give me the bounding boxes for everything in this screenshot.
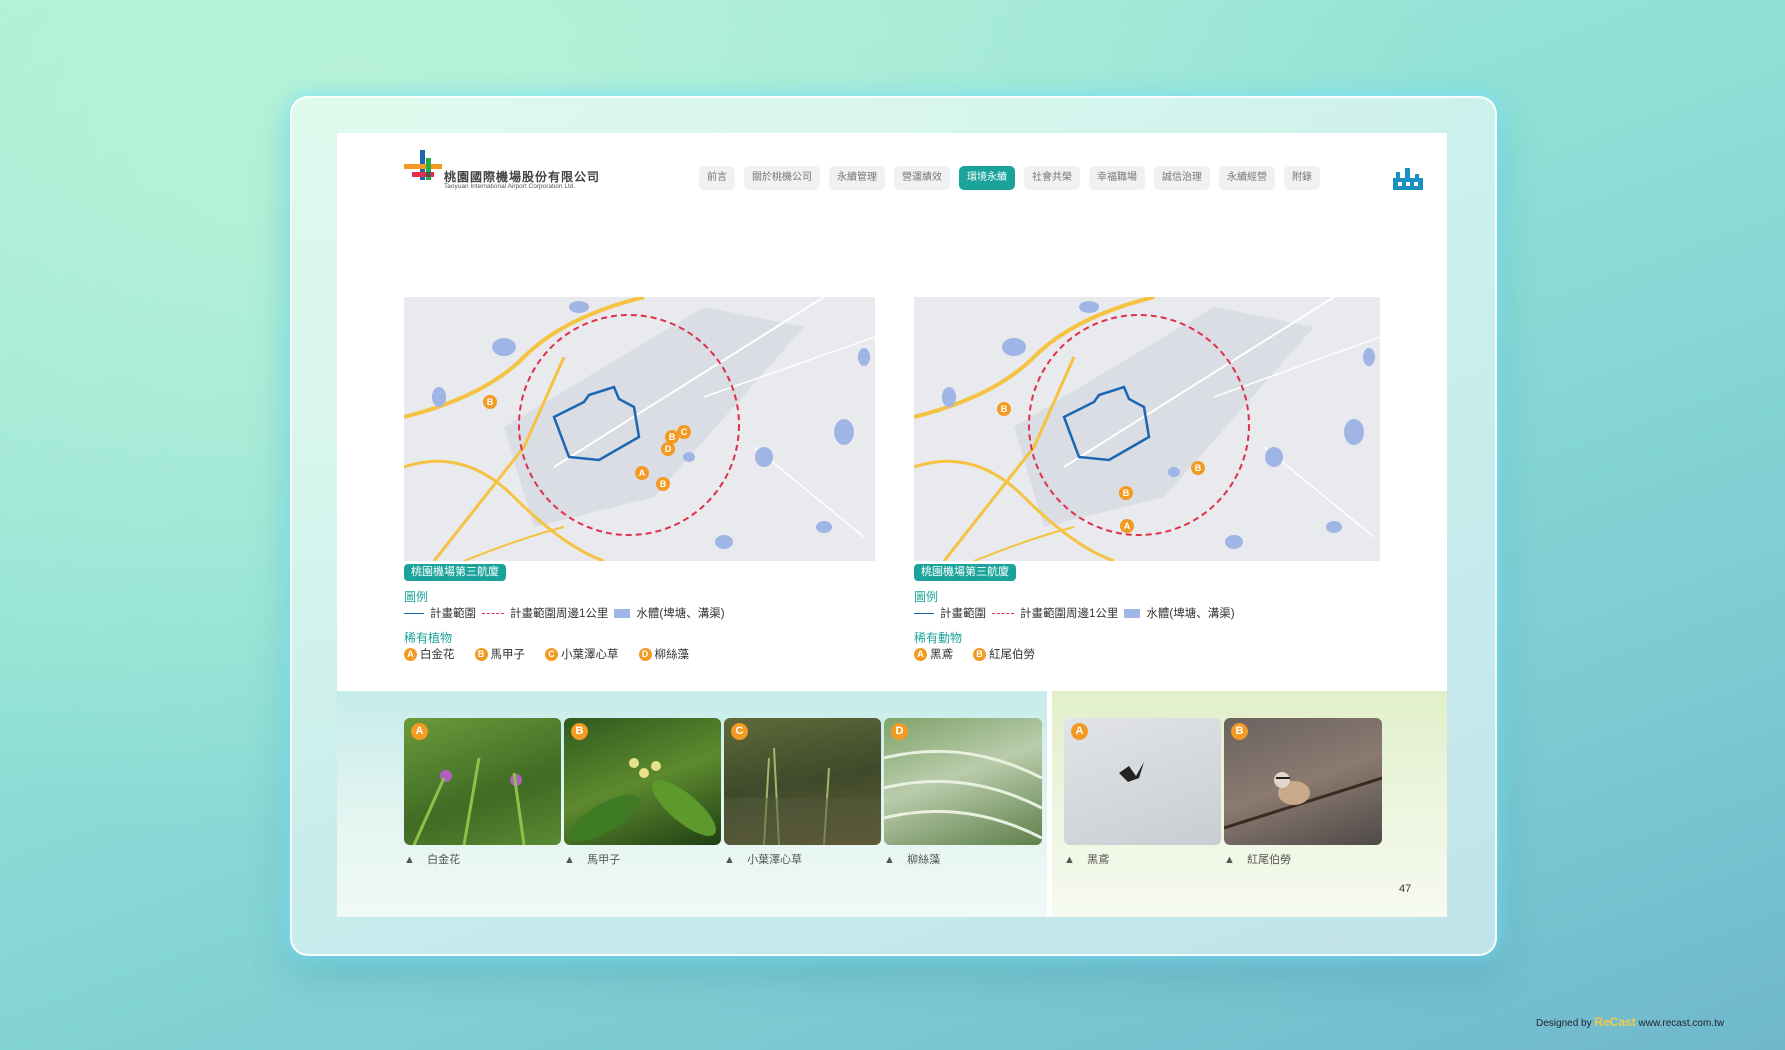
nav-tab-preface[interactable]: 前言 xyxy=(699,166,735,190)
svg-text:D: D xyxy=(665,444,672,454)
bird-flying-image-icon xyxy=(1119,762,1144,782)
svg-text:A: A xyxy=(1124,521,1131,531)
map-plants-graphic: B A B B C D xyxy=(404,297,875,561)
nav-tab-about[interactable]: 關於桃機公司 xyxy=(744,166,820,190)
legend-water: 水體(埤塘、溝渠) xyxy=(636,608,725,620)
photo-plant-d[interactable]: D xyxy=(884,718,1042,845)
legend-buffer: 計畫範圍周邊1公里 xyxy=(510,608,609,620)
legend-boundary: 計畫範圍 xyxy=(430,608,476,620)
page-number: 47 xyxy=(1399,883,1412,895)
species-item: C 小葉澤心草 xyxy=(545,646,619,662)
svg-text:B: B xyxy=(487,397,494,407)
nav-tab-social[interactable]: 社會共榮 xyxy=(1024,166,1080,190)
leaf-image-icon xyxy=(568,758,716,842)
species-title-plants: 稀有植物 xyxy=(404,631,453,645)
home-factory-icon[interactable] xyxy=(1391,166,1425,192)
species-item: A 白金花 xyxy=(404,646,455,662)
bird-perched-image-icon xyxy=(1224,772,1382,830)
photo-caption: ▲ 黑鳶 xyxy=(1064,854,1110,866)
legend-water: 水體(埤塘、溝渠) xyxy=(1146,608,1235,620)
svg-text:B: B xyxy=(1123,488,1130,498)
species-item: B 馬甲子 xyxy=(474,646,525,662)
photo-caption: ▲ 紅尾伯勞 xyxy=(1224,854,1292,866)
boundary-line-swatch xyxy=(914,612,934,614)
photo-plant-c[interactable]: C xyxy=(724,718,881,845)
boundary-line-swatch xyxy=(404,612,424,614)
wetland-image-icon xyxy=(724,747,881,845)
water-swatch xyxy=(614,608,631,618)
water-plant-image-icon xyxy=(884,749,1042,840)
svg-text:B: B xyxy=(669,432,676,442)
map-rare-plants: B A B B C D xyxy=(404,297,875,561)
svg-text:A: A xyxy=(639,468,646,478)
legend-boundary: 計畫範圍 xyxy=(940,608,986,620)
nav-tab-performance[interactable]: 營運績效 xyxy=(894,166,950,190)
photo-caption: ▲ 柳絲藻 xyxy=(884,854,941,866)
map-animals-label: 桃園機場第三航廈 xyxy=(914,564,1016,581)
legend-title-plants: 圖例 xyxy=(404,590,429,604)
water-swatch xyxy=(1124,608,1141,618)
recast-logo: ReCast xyxy=(1594,1015,1636,1029)
logo-text-en: Taoyuan International Airport Corporatio… xyxy=(444,183,576,190)
photo-animal-b[interactable]: B xyxy=(1224,718,1382,845)
nav-tab-environment[interactable]: 環境永續 xyxy=(959,166,1015,190)
nav-tab-sustainability-mgmt[interactable]: 永續管理 xyxy=(829,166,885,190)
buffer-line-swatch xyxy=(992,612,1014,614)
svg-text:C: C xyxy=(681,427,688,437)
nav-tab-governance[interactable]: 誠信治理 xyxy=(1154,166,1210,190)
photo-plant-a[interactable]: A xyxy=(404,718,561,845)
photo-animal-a[interactable]: A xyxy=(1064,718,1221,845)
logo-mark-icon xyxy=(404,150,442,180)
species-list-animals: A 黑鳶 B 紅尾伯勞 xyxy=(914,646,1049,662)
svg-text:B: B xyxy=(1195,463,1202,473)
flower-image-icon xyxy=(412,757,526,845)
species-item: D 柳絲藻 xyxy=(638,646,689,662)
photo-plant-b[interactable]: B xyxy=(564,718,721,845)
nav-tab-operations[interactable]: 永續經營 xyxy=(1219,166,1275,190)
map-animals-graphic: B B B A xyxy=(914,297,1380,561)
legend-plants: 計畫範圍 計畫範圍周邊1公里 水體(埤塘、溝渠) xyxy=(404,605,725,621)
legend-animals: 計畫範圍 計畫範圍周邊1公里 水體(埤塘、溝渠) xyxy=(914,605,1235,621)
species-item: B 紅尾伯勞 xyxy=(973,646,1035,662)
designer-credit[interactable]: Designed by ReCast www.recast.com.tw xyxy=(1536,1015,1724,1029)
legend-buffer: 計畫範圍周邊1公里 xyxy=(1020,608,1119,620)
species-list-plants: A 白金花 B 馬甲子 C 小葉澤心草 D 柳絲藻 xyxy=(404,646,703,662)
legend-title-animals: 圖例 xyxy=(914,590,939,604)
species-item: A 黑鳶 xyxy=(914,646,953,662)
nav-tab-workplace[interactable]: 幸福職場 xyxy=(1089,166,1145,190)
buffer-line-swatch xyxy=(482,612,504,614)
map-rare-animals: B B B A xyxy=(914,297,1380,561)
report-page: 桃園國際機場股份有限公司 Taoyuan International Airpo… xyxy=(337,133,1447,917)
photo-caption: ▲ 白金花 xyxy=(404,854,461,866)
svg-text:B: B xyxy=(1001,404,1008,414)
svg-text:B: B xyxy=(660,479,667,489)
map-plants-label: 桃園機場第三航廈 xyxy=(404,564,506,581)
photo-caption: ▲ 馬甲子 xyxy=(564,854,621,866)
photo-caption: ▲ 小葉澤心草 xyxy=(724,854,803,866)
nav-tab-appendix[interactable]: 附錄 xyxy=(1284,166,1320,190)
chapter-nav: 前言 關於桃機公司 永續管理 營運績效 環境永續 社會共榮 幸福職場 誠信治理 … xyxy=(699,166,1320,190)
species-title-animals: 稀有動物 xyxy=(914,631,963,645)
company-logo[interactable]: 桃園國際機場股份有限公司 Taoyuan International Airpo… xyxy=(404,150,604,192)
